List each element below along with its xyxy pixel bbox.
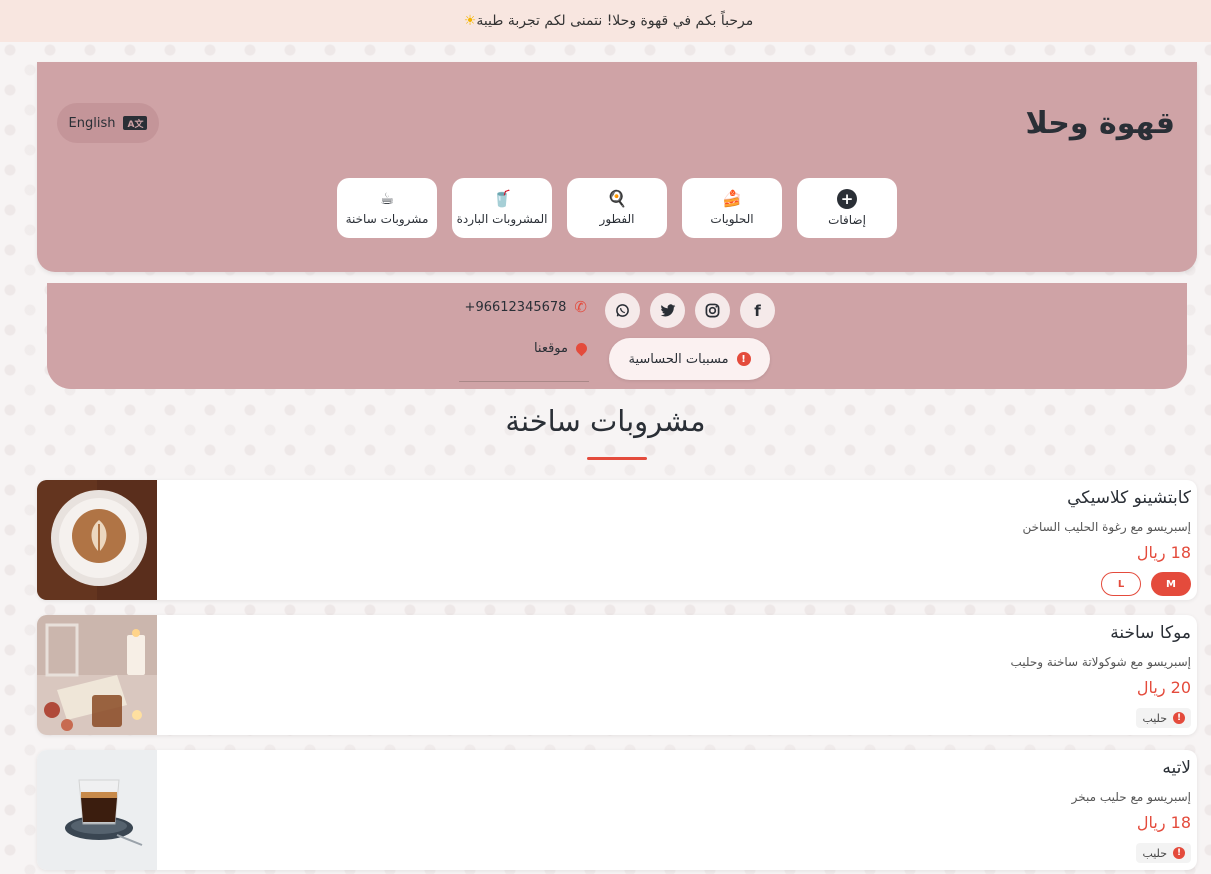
- whatsapp-icon[interactable]: [605, 293, 640, 328]
- category-breakfast[interactable]: 🍳 الفطور: [567, 178, 667, 238]
- allergen-badge: ! حليب: [1136, 708, 1191, 728]
- category-label: المشروبات الباردة: [456, 212, 548, 226]
- language-label: English: [68, 115, 116, 131]
- header: قهوة وحلا English A文 ☕ مشروبات ساخنة 🥤 ا…: [37, 62, 1197, 272]
- location-link[interactable]: موقعنا: [533, 340, 590, 357]
- twitter-icon[interactable]: [650, 293, 685, 328]
- product-image: [37, 615, 157, 735]
- product-description: إسبريسو مع رغوة الحليب الساخن: [1022, 520, 1191, 534]
- allergen-badge: ! حليب: [1136, 843, 1191, 863]
- product-name: كابتشينو كلاسيكي: [1067, 488, 1191, 508]
- product-name: لاتيه: [1162, 758, 1191, 778]
- divider: [459, 381, 589, 382]
- instagram-icon[interactable]: [695, 293, 730, 328]
- product-image: [37, 750, 157, 870]
- category-label: الحلويات: [710, 212, 754, 226]
- product-price: 20 ريال: [1136, 678, 1191, 697]
- allergen-label: حليب: [1142, 711, 1167, 725]
- section-title: مشروبات ساخنة: [505, 404, 706, 438]
- product-card[interactable]: لاتيه إسبريسو مع حليب مبخر 18 ريال ! حلي…: [37, 750, 1197, 870]
- category-cold-drinks[interactable]: 🥤 المشروبات الباردة: [452, 178, 552, 238]
- category-desserts[interactable]: 🍰 الحلويات: [682, 178, 782, 238]
- category-label: الفطور: [599, 212, 635, 226]
- warning-icon: !: [1173, 712, 1185, 724]
- allergen-label: حليب: [1142, 846, 1167, 860]
- brand-title: قهوة وحلا: [1025, 106, 1175, 141]
- product-name: موكا ساخنة: [1110, 623, 1191, 643]
- facebook-icon[interactable]: f: [740, 293, 775, 328]
- breakfast-icon: 🍳: [607, 189, 627, 208]
- allergens-button[interactable]: ! مسببات الحساسية: [609, 338, 770, 380]
- social-links: f: [605, 293, 775, 328]
- hot-coffee-icon: ☕: [379, 189, 395, 208]
- phone-icon: ✆: [574, 298, 587, 316]
- language-toggle-button[interactable]: English A文: [57, 103, 159, 143]
- category-extras[interactable]: + إضافات: [797, 178, 897, 238]
- section-title-underline: [587, 457, 647, 460]
- category-label: مشروبات ساخنة: [345, 212, 429, 226]
- product-description: إسبريسو مع حليب مبخر: [1071, 790, 1191, 804]
- announcement-text: مرحباً بكم في قهوة وحلا! نتمنى لكم تجربة…: [476, 13, 754, 29]
- cake-icon: 🍰: [722, 189, 742, 208]
- location-pin-icon: [573, 340, 590, 357]
- plus-icon: +: [837, 189, 857, 209]
- product-description: إسبريسو مع شوكولاتة ساخنة وحليب: [1010, 655, 1191, 669]
- allergens-label: مسببات الحساسية: [628, 351, 729, 367]
- category-nav: ☕ مشروبات ساخنة 🥤 المشروبات الباردة 🍳 ال…: [337, 178, 897, 238]
- product-card[interactable]: موكا ساخنة إسبريسو مع شوكولاتة ساخنة وحل…: [37, 615, 1197, 735]
- product-card[interactable]: كابتشينو كلاسيكي إسبريسو مع رغوة الحليب …: [37, 480, 1197, 600]
- product-image: [37, 480, 157, 600]
- product-price: 18 ريال: [1136, 543, 1191, 562]
- cold-drink-icon: 🥤: [492, 189, 512, 208]
- sun-icon: ☀: [463, 13, 477, 29]
- warning-icon: !: [1173, 847, 1185, 859]
- announcement-bar: مرحباً بكم في قهوة وحلا! نتمنى لكم تجربة…: [0, 0, 1211, 42]
- warning-icon: !: [736, 352, 751, 366]
- phone-contact[interactable]: ✆ +96612345678: [465, 298, 587, 316]
- size-selector: M L: [1101, 572, 1191, 596]
- size-option-l[interactable]: L: [1101, 572, 1141, 596]
- size-option-m[interactable]: M: [1151, 572, 1191, 596]
- translate-icon: A文: [123, 116, 148, 130]
- category-hot-drinks[interactable]: ☕ مشروبات ساخنة: [337, 178, 437, 238]
- info-strip: f ! مسببات الحساسية ✆ +96612345678 موقعن…: [47, 283, 1187, 389]
- phone-number: +96612345678: [464, 299, 567, 315]
- product-price: 18 ريال: [1136, 813, 1191, 832]
- location-label: موقعنا: [533, 341, 568, 356]
- category-label: إضافات: [828, 213, 866, 227]
